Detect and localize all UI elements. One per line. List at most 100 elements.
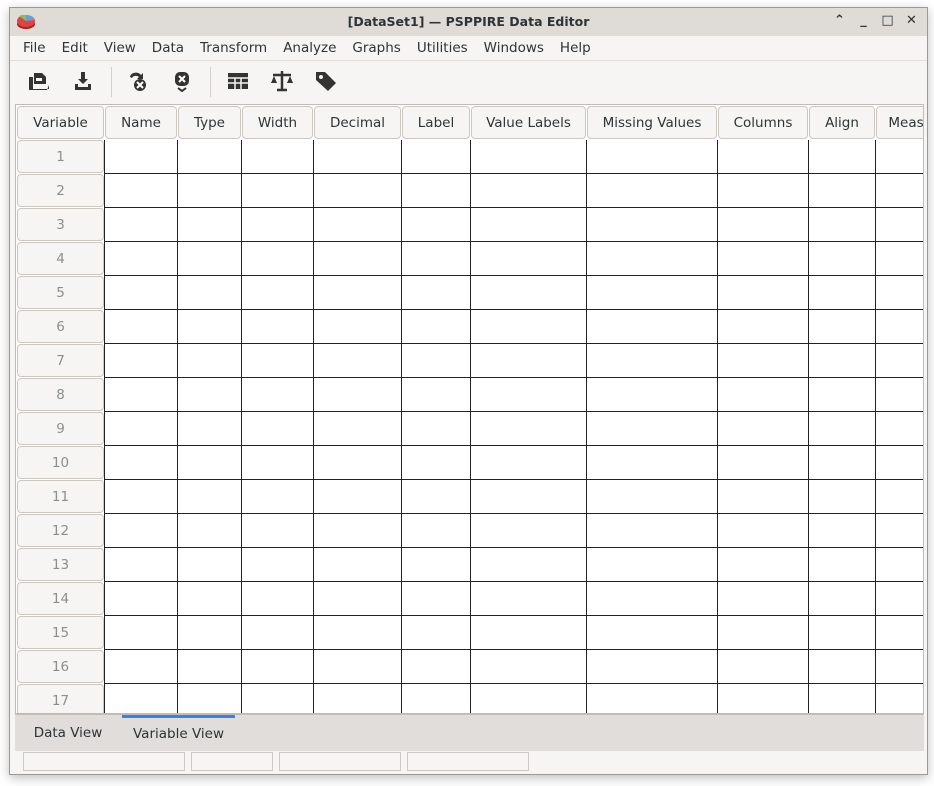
grid-cell[interactable] [587, 548, 717, 581]
grid-cell[interactable] [876, 310, 924, 343]
grid-cell[interactable] [242, 208, 313, 241]
row-header[interactable]: 2 [17, 174, 104, 207]
grid-cell[interactable] [105, 344, 177, 377]
row-header[interactable]: 9 [17, 412, 104, 445]
grid-cell[interactable] [718, 446, 808, 479]
grid-cell[interactable] [178, 412, 241, 445]
grid-cell[interactable] [178, 276, 241, 309]
row-header[interactable]: 11 [17, 480, 104, 513]
row-header[interactable]: 7 [17, 344, 104, 377]
grid-cell[interactable] [809, 344, 875, 377]
grid-cell[interactable] [471, 140, 586, 173]
grid-cell[interactable] [242, 548, 313, 581]
grid-cell[interactable] [718, 208, 808, 241]
grid-cell[interactable] [178, 582, 241, 615]
grid-cell[interactable] [314, 310, 401, 343]
grid-cell[interactable] [314, 378, 401, 411]
grid-cell[interactable] [178, 242, 241, 275]
grid-cell[interactable] [105, 174, 177, 207]
row-header[interactable]: 10 [17, 446, 104, 479]
grid-cell[interactable] [718, 140, 808, 173]
grid-cell[interactable] [402, 208, 470, 241]
grid-cell[interactable] [314, 446, 401, 479]
grid-cell[interactable] [876, 242, 924, 275]
grid-cell[interactable] [105, 616, 177, 649]
grid-cell[interactable] [876, 208, 924, 241]
column-header-missing-values[interactable]: Missing Values [587, 106, 717, 139]
grid-cell[interactable] [876, 514, 924, 547]
column-header-width[interactable]: Width [242, 106, 313, 139]
grid-cell[interactable] [471, 378, 586, 411]
grid-cell[interactable] [809, 412, 875, 445]
grid-cell[interactable] [587, 650, 717, 683]
grid-cell[interactable] [105, 242, 177, 275]
grid-cell[interactable] [809, 480, 875, 513]
grid-cell[interactable] [402, 650, 470, 683]
grid-cell[interactable] [809, 616, 875, 649]
grid-cell[interactable] [242, 140, 313, 173]
grid-cell[interactable] [105, 480, 177, 513]
grid-cell[interactable] [402, 242, 470, 275]
grid-cell[interactable] [314, 582, 401, 615]
grid-cell[interactable] [178, 174, 241, 207]
grid-cell[interactable] [876, 276, 924, 309]
grid-cell[interactable] [809, 548, 875, 581]
grid-cell[interactable] [314, 174, 401, 207]
grid-cell[interactable] [105, 582, 177, 615]
grid-cell[interactable] [587, 412, 717, 445]
grid-cell[interactable] [402, 140, 470, 173]
grid-cell[interactable] [876, 378, 924, 411]
grid-cell[interactable] [105, 446, 177, 479]
grid-cell[interactable] [809, 514, 875, 547]
grid-cell[interactable] [105, 412, 177, 445]
grid-cell[interactable] [402, 514, 470, 547]
minimize-button[interactable]: _ [856, 13, 871, 29]
grid-cell[interactable] [876, 548, 924, 581]
grid-cell[interactable] [471, 242, 586, 275]
row-header[interactable]: 14 [17, 582, 104, 615]
tab-variable-view[interactable]: Variable View [122, 715, 235, 752]
grid-cell[interactable] [314, 514, 401, 547]
grid-cell[interactable] [471, 344, 586, 377]
grid-cell[interactable] [587, 446, 717, 479]
grid-cell[interactable] [471, 650, 586, 683]
grid-cell[interactable] [402, 616, 470, 649]
grid-cell[interactable] [876, 616, 924, 649]
grid-cell[interactable] [242, 514, 313, 547]
menu-utilities[interactable]: Utilities [409, 36, 476, 60]
row-header[interactable]: 16 [17, 650, 104, 683]
grid-cell[interactable] [718, 412, 808, 445]
grid-cell[interactable] [587, 378, 717, 411]
grid-cell[interactable] [471, 548, 586, 581]
grid-cell[interactable] [402, 276, 470, 309]
grid-cell[interactable] [718, 480, 808, 513]
row-header[interactable]: 12 [17, 514, 104, 547]
row-header[interactable]: 15 [17, 616, 104, 649]
grid-cell[interactable] [809, 650, 875, 683]
grid-cell[interactable] [178, 140, 241, 173]
column-header-name[interactable]: Name [105, 106, 177, 139]
grid-cell[interactable] [809, 140, 875, 173]
column-header-decimal[interactable]: Decimal [314, 106, 401, 139]
split-file-icon[interactable] [225, 68, 251, 94]
grid-cell[interactable] [471, 208, 586, 241]
grid-cell[interactable] [587, 480, 717, 513]
grid-cell[interactable] [587, 582, 717, 615]
grid-cell[interactable] [471, 174, 586, 207]
grid-cell[interactable] [314, 616, 401, 649]
column-header-label[interactable]: Label [402, 106, 470, 139]
grid-cell[interactable] [876, 684, 924, 714]
grid-cell[interactable] [105, 208, 177, 241]
column-header-align[interactable]: Align [809, 106, 875, 139]
grid-cell[interactable] [314, 242, 401, 275]
grid-cell[interactable] [471, 412, 586, 445]
grid-cell[interactable] [242, 446, 313, 479]
grid-cell[interactable] [718, 276, 808, 309]
grid-cell[interactable] [718, 344, 808, 377]
grid-cell[interactable] [876, 480, 924, 513]
grid-cell[interactable] [718, 548, 808, 581]
column-header-meas[interactable]: Meas [876, 106, 924, 139]
grid-cell[interactable] [876, 344, 924, 377]
grid-cell[interactable] [314, 276, 401, 309]
grid-cell[interactable] [402, 412, 470, 445]
